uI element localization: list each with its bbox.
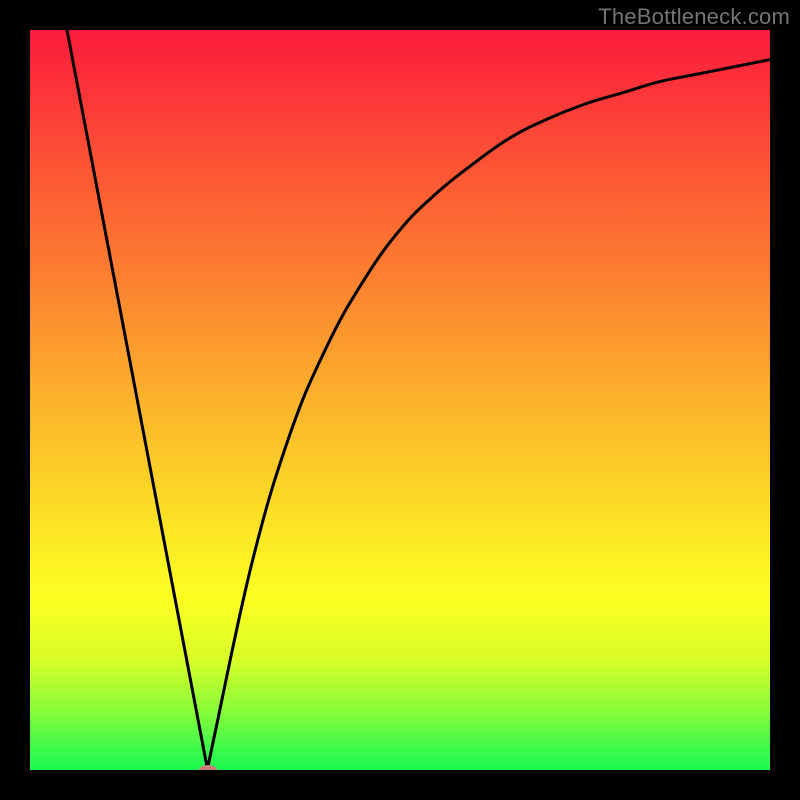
bottleneck-curve <box>67 30 770 770</box>
watermark-text: TheBottleneck.com <box>598 4 790 30</box>
plot-area <box>30 30 770 770</box>
optimal-point-marker <box>199 765 217 770</box>
curve-layer <box>30 30 770 770</box>
chart-frame: TheBottleneck.com <box>0 0 800 800</box>
